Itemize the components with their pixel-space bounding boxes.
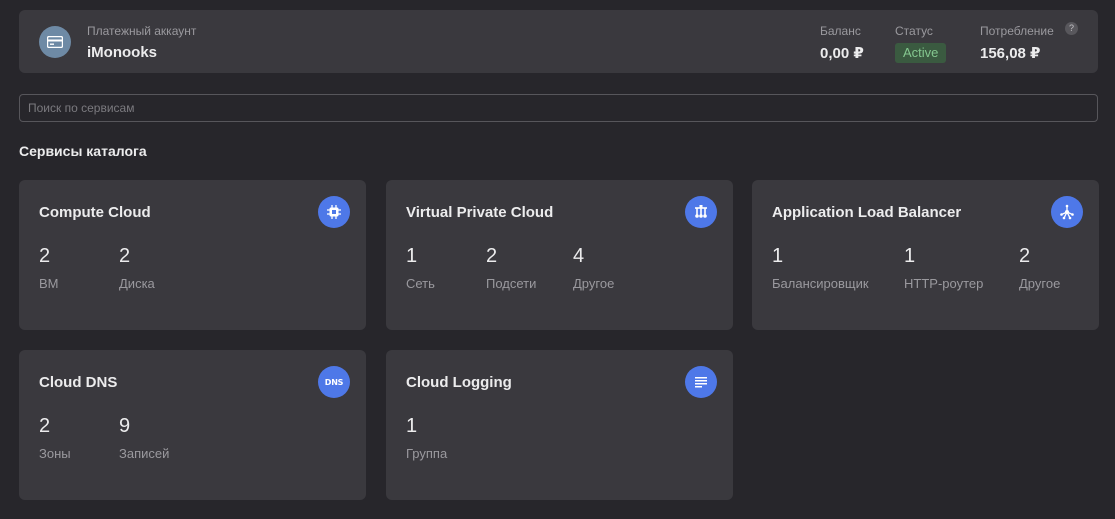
service-search-input[interactable] [19,94,1098,122]
metric-label: Группа [406,446,448,461]
metric-networks: 1 Сеть [406,244,435,291]
service-card-virtual-private-cloud[interactable]: Virtual Private Cloud 1 Сеть 2 Подсети 4… [386,180,733,330]
metric-value: 2 [486,245,498,267]
dns-icon: DNS [318,366,350,398]
card-title: Cloud DNS [39,374,118,391]
dns-icon-text: DNS [324,377,344,387]
service-card-cloud-dns[interactable]: Cloud DNS DNS 2 Зоны 9 Записей [19,350,366,500]
billing-account-panel[interactable]: Платежный аккаунт iMonooks Баланс 0,00 ₽… [19,10,1098,73]
card-title: Application Load Balancer [772,204,962,221]
status-label: Статус [895,24,933,38]
help-icon[interactable]: ? [1065,22,1078,35]
log-lines-icon [685,366,717,398]
metric-subnets: 2 Подсети [486,244,536,291]
metric-label: Другое [573,276,615,291]
consumption-value: 156,08 ₽ [980,45,1041,62]
balance-label: Баланс [820,24,861,38]
metric-balancers: 1 Балансировщик [772,244,869,291]
credit-card-icon [39,26,71,58]
metric-label: HTTP-роутер [904,276,984,291]
metric-value: 2 [39,245,51,267]
metric-value: 9 [119,415,131,437]
metric-disks: 2 Диска [119,244,155,291]
balance-value: 0,00 ₽ [820,45,864,62]
metric-records: 9 Записей [119,414,169,461]
metric-value: 2 [39,415,51,437]
billing-account-label: Платежный аккаунт [87,24,197,38]
metric-label: ВМ [39,276,59,291]
metric-value: 2 [119,245,131,267]
metric-groups: 1 Группа [406,414,447,461]
load-balancer-icon [1051,196,1083,228]
metric-label: Балансировщик [772,276,869,291]
metric-label: Другое [1019,276,1061,291]
status-badge: Active [895,43,947,63]
billing-account-name[interactable]: iMonooks [87,44,157,61]
metric-label: Зоны [39,446,71,461]
metric-value: 1 [772,245,784,267]
card-title: Virtual Private Cloud [406,204,554,221]
network-icon [685,196,717,228]
service-card-compute-cloud[interactable]: Compute Cloud 2 ВМ 2 Диска [19,180,366,330]
metric-label: Подсети [486,276,537,291]
metric-value: 2 [1019,245,1031,267]
metric-label: Сеть [406,276,435,291]
card-title: Cloud Logging [406,374,512,391]
metric-value: 1 [406,245,418,267]
consumption-label: Потребление [980,24,1054,38]
metric-label: Записей [119,446,170,461]
metric-other: 2 Другое [1019,244,1060,291]
card-title: Compute Cloud [39,204,151,221]
service-card-application-load-balancer[interactable]: Application Load Balancer 1 Балансировщи… [752,180,1099,330]
metric-http-routers: 1 HTTP-роутер [904,244,983,291]
metric-value: 1 [406,415,418,437]
metric-label: Диска [119,276,155,291]
metric-other: 4 Другое [573,244,614,291]
section-title: Сервисы каталога [19,143,147,159]
metric-value: 4 [573,245,585,267]
metric-value: 1 [904,245,916,267]
metric-zones: 2 Зоны [39,414,71,461]
metric-vm: 2 ВМ [39,244,59,291]
service-card-cloud-logging[interactable]: Cloud Logging 1 Группа [386,350,733,500]
cpu-chip-icon [318,196,350,228]
